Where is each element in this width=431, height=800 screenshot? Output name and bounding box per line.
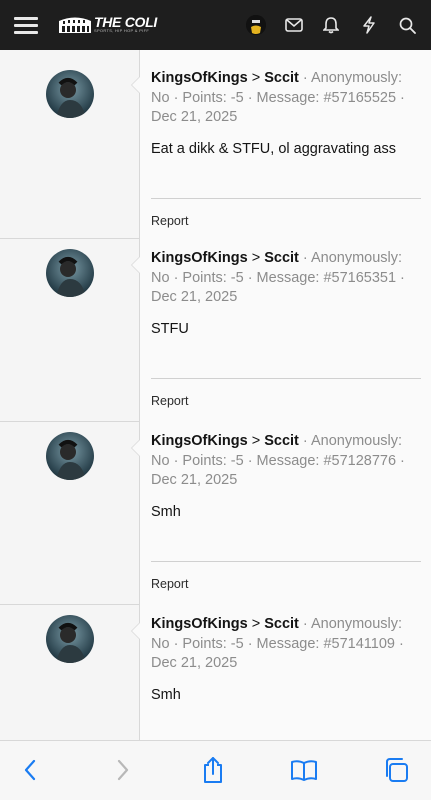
divider [151, 377, 421, 379]
message-content: KingsOfKings > Sccit · Anonymously: No ·… [131, 239, 431, 422]
mail-icon[interactable] [282, 13, 306, 37]
message-avatar-column [0, 422, 140, 604]
colosseum-icon [59, 17, 91, 33]
divider [151, 560, 421, 562]
message-content: KingsOfKings > Sccit · Anonymously: No ·… [131, 50, 431, 239]
author-link[interactable]: KingsOfKings [151, 616, 248, 632]
reply-arrow: > [251, 616, 261, 632]
message-body: Smh [151, 503, 181, 520]
message-body: STFU [151, 320, 189, 337]
message-body: Smh [151, 686, 181, 703]
message-content: KingsOfKings > Sccit · Anonymously: No ·… [131, 422, 431, 605]
share-icon[interactable] [198, 755, 228, 785]
bell-icon[interactable] [319, 13, 343, 37]
report-link[interactable]: Report [151, 214, 189, 228]
message-avatar-column [0, 605, 140, 740]
recipient-link[interactable]: Sccit [264, 70, 299, 86]
recipient-link[interactable]: Sccit [264, 250, 299, 266]
message-meta: KingsOfKings > Sccit · Anonymously: No ·… [151, 422, 421, 491]
author-link[interactable]: KingsOfKings [151, 250, 248, 266]
message-item: KingsOfKings > Sccit · Anonymously: No ·… [0, 50, 431, 239]
message-meta: KingsOfKings > Sccit · Anonymously: No ·… [151, 239, 421, 308]
message-item: KingsOfKings > Sccit · Anonymously: No ·… [0, 605, 431, 740]
divider [151, 197, 421, 199]
message-body: Eat a dikk & STFU, ol aggravating ass [151, 140, 396, 157]
message-meta: KingsOfKings > Sccit · Anonymously: No ·… [151, 605, 421, 674]
author-link[interactable]: KingsOfKings [151, 70, 248, 86]
bookmarks-icon[interactable] [289, 755, 319, 785]
avatar[interactable] [46, 70, 94, 118]
recipient-link[interactable]: Sccit [264, 433, 299, 449]
bolt-icon[interactable] [357, 13, 381, 37]
forward-icon[interactable] [108, 755, 138, 785]
reply-arrow: > [251, 70, 261, 86]
search-icon[interactable] [395, 13, 419, 37]
avatar[interactable] [46, 615, 94, 663]
avatar[interactable] [46, 432, 94, 480]
tabs-icon[interactable] [381, 755, 411, 785]
message-content: KingsOfKings > Sccit · Anonymously: No ·… [131, 605, 431, 740]
message-meta: KingsOfKings > Sccit · Anonymously: No ·… [151, 50, 421, 128]
author-link[interactable]: KingsOfKings [151, 433, 248, 449]
report-link[interactable]: Report [151, 577, 189, 591]
user-avatar[interactable] [246, 15, 266, 35]
browser-toolbar [0, 740, 431, 800]
reply-arrow: > [251, 250, 261, 266]
message-item: KingsOfKings > Sccit · Anonymously: No ·… [0, 239, 431, 422]
reply-arrow: > [251, 433, 261, 449]
message-feed[interactable]: KingsOfKings > Sccit · Anonymously: No ·… [0, 50, 431, 740]
message-item: KingsOfKings > Sccit · Anonymously: No ·… [0, 422, 431, 605]
menu-icon[interactable] [14, 14, 40, 36]
report-link[interactable]: Report [151, 394, 189, 408]
logo-tagline: SPORTS, HIP HOP & PIFF [94, 28, 150, 33]
site-logo[interactable]: THE COLI SPORTS, HIP HOP & PIFF [58, 12, 157, 38]
message-avatar-column [0, 239, 140, 421]
avatar[interactable] [46, 249, 94, 297]
back-icon[interactable] [15, 755, 45, 785]
message-avatar-column [0, 50, 140, 238]
top-header: THE COLI SPORTS, HIP HOP & PIFF [0, 0, 431, 50]
recipient-link[interactable]: Sccit [264, 616, 299, 632]
